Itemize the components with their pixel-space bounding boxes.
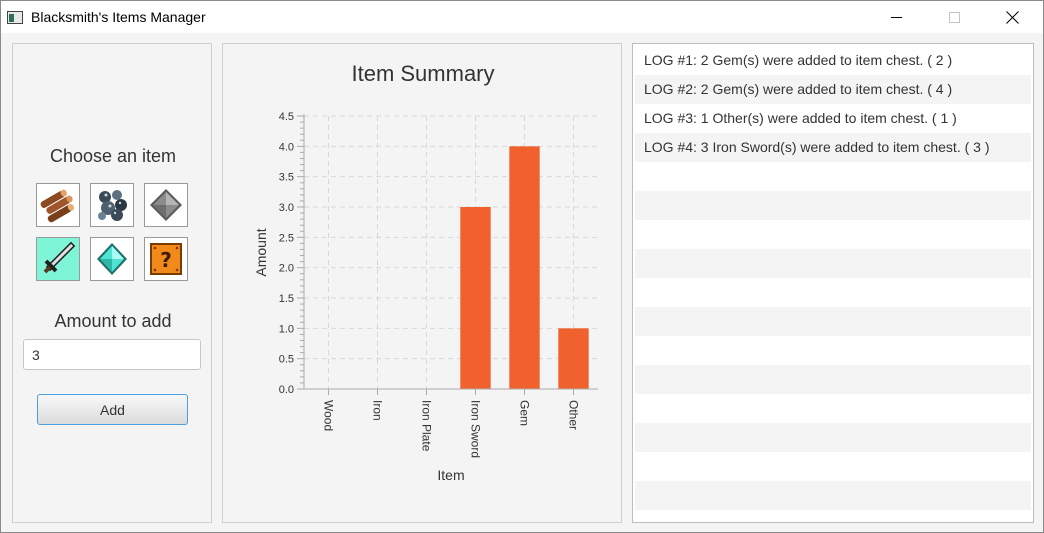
item-button-other[interactable]: ?: [144, 237, 188, 281]
x-axis-title: Item: [437, 467, 464, 483]
log-empty-row[interactable]: [635, 307, 1031, 336]
y-tick-label: 1.0: [279, 323, 294, 335]
wood-icon: [40, 189, 75, 223]
log-empty-row[interactable]: [635, 220, 1031, 249]
y-axis-title: Amount: [253, 228, 269, 276]
log-empty-row[interactable]: [635, 394, 1031, 423]
item-button-iron-sword[interactable]: [36, 237, 80, 281]
log-entry[interactable]: LOG #4: 3 Iron Sword(s) were added to it…: [635, 133, 1031, 162]
log-entry[interactable]: LOG #2: 2 Gem(s) were added to item ches…: [635, 75, 1031, 104]
minimize-icon: [890, 16, 902, 18]
iron-ore-icon: [98, 190, 127, 221]
y-tick-label: 2.0: [279, 263, 294, 275]
amount-label: Amount to add: [54, 311, 172, 331]
y-tick-label: 4.5: [279, 111, 294, 123]
log-empty-row[interactable]: [635, 336, 1031, 365]
x-tick-label: Wood: [322, 400, 336, 431]
log-empty-row[interactable]: [635, 423, 1031, 452]
item-button-wood[interactable]: [36, 183, 80, 227]
bar-other[interactable]: [558, 328, 589, 389]
x-tick-label: Other: [567, 400, 581, 430]
iron-plate-icon: [150, 189, 182, 221]
chart-title: Item Summary: [351, 61, 494, 86]
minimize-button[interactable]: [873, 1, 919, 33]
y-tick-label: 1.5: [279, 293, 294, 305]
bar-iron-sword[interactable]: [460, 207, 491, 389]
window-title: Blacksmith's Items Manager: [31, 9, 206, 25]
question-block-icon: ?: [150, 243, 182, 275]
app-icon: [7, 11, 23, 24]
item-button-iron-plate[interactable]: [144, 183, 188, 227]
y-tick-label: 4.0: [279, 141, 294, 153]
log-empty-row[interactable]: [635, 278, 1031, 307]
log-empty-row[interactable]: [635, 249, 1031, 278]
item-summary-chart: Item Summary 0.0 0.5 1.0 1.5 2.0 2.5 3.0 3.5 4.0 4…: [253, 61, 598, 483]
log-empty-row[interactable]: [635, 481, 1031, 510]
app-window: Blacksmith's Items Manager Choose an ite…: [0, 0, 1044, 533]
x-tick-label: Gem: [518, 400, 532, 426]
y-tick-label: 0.5: [279, 354, 294, 366]
maximize-button[interactable]: [931, 1, 977, 33]
log-empty-row[interactable]: [635, 162, 1031, 191]
item-button-iron[interactable]: [90, 183, 134, 227]
item-button-gem[interactable]: [90, 237, 134, 281]
log-entry[interactable]: LOG #3: 1 Other(s) were added to item ch…: [635, 104, 1031, 133]
y-tick-label: 3.5: [279, 172, 294, 184]
log-empty-row[interactable]: [635, 191, 1031, 220]
y-tick-label: 0.0: [279, 384, 294, 396]
item-selection-panel: Choose an item ? Amount to add 3 Add: [12, 43, 212, 523]
x-tick-label: Iron: [371, 400, 385, 421]
maximize-icon: [948, 11, 960, 23]
close-button[interactable]: [989, 1, 1035, 33]
x-tick-label: Iron Sword: [469, 400, 483, 458]
log-list-panel[interactable]: LOG #1: 2 Gem(s) were added to item ches…: [632, 43, 1034, 523]
log-entry[interactable]: LOG #1: 2 Gem(s) were added to item ches…: [635, 46, 1031, 75]
log-list[interactable]: LOG #1: 2 Gem(s) were added to item ches…: [635, 46, 1031, 510]
title-bar[interactable]: Blacksmith's Items Manager: [1, 1, 1043, 33]
x-tick-label: Iron Plate: [420, 400, 434, 452]
y-tick-label: 3.0: [279, 202, 294, 214]
bar-gem[interactable]: [509, 146, 540, 389]
log-empty-row[interactable]: [635, 365, 1031, 394]
iron-sword-icon: [43, 241, 76, 274]
gem-icon: [97, 243, 127, 275]
log-empty-row[interactable]: [635, 452, 1031, 481]
add-button[interactable]: Add: [37, 394, 188, 425]
choose-item-label: Choose an item: [49, 146, 177, 166]
svg-text:?: ?: [160, 248, 172, 272]
amount-input[interactable]: [23, 339, 201, 370]
close-icon: [1006, 11, 1019, 24]
y-tick-label: 2.5: [279, 232, 294, 244]
chart-panel: Item Summary 0.0 0.5 1.0 1.5 2.0 2.5 3.0 3.5 4.0 4…: [222, 43, 622, 523]
